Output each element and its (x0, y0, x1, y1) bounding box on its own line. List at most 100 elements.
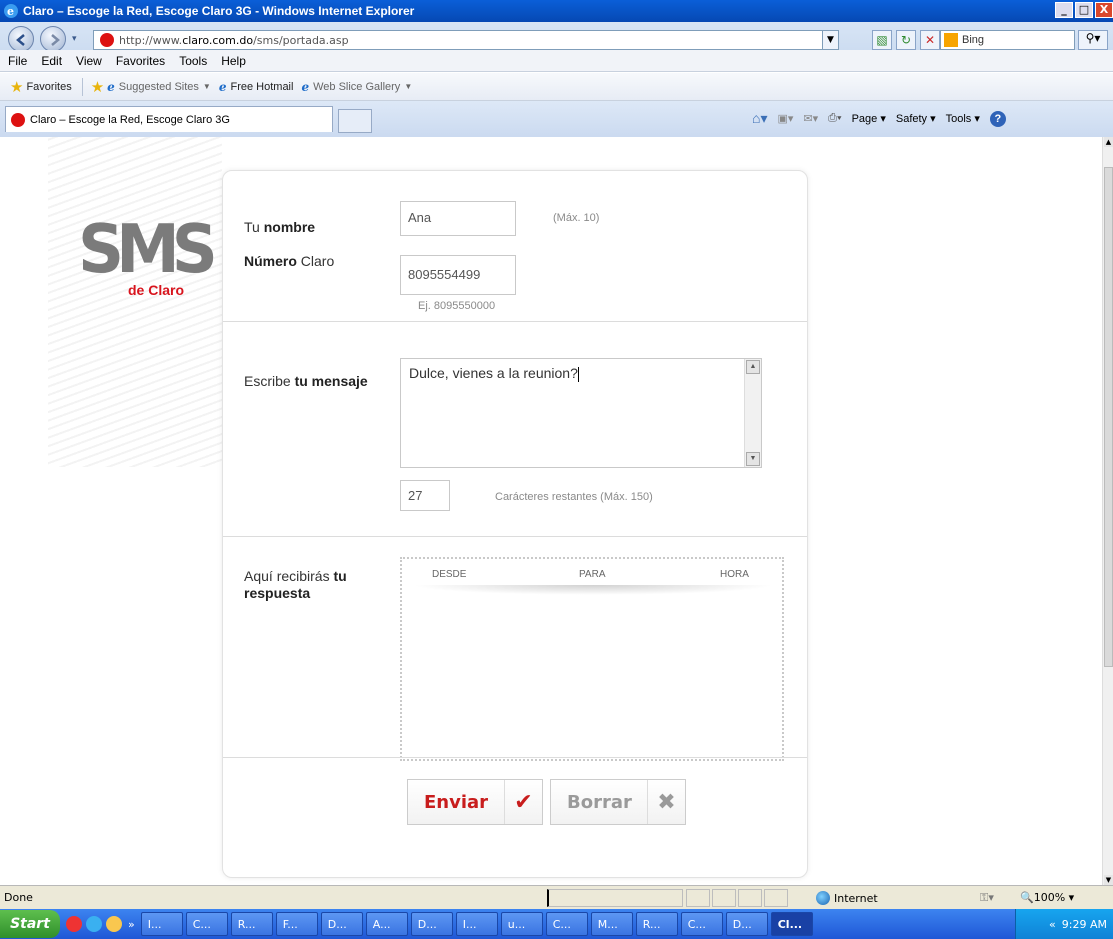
new-tab-button[interactable] (338, 109, 372, 133)
search-button[interactable]: ⚲▾ (1078, 30, 1108, 50)
number-hint: Ej. 8095550000 (418, 300, 496, 312)
back-arrow-icon (16, 34, 25, 46)
tools-menu[interactable]: Tools ▾ (946, 112, 980, 125)
favorites-button[interactable]: Favorites (26, 81, 71, 93)
chevron-down-icon: ▼ (404, 82, 413, 91)
url-text: http://www.claro.com.do/sms/portada.asp (119, 33, 349, 47)
safety-menu[interactable]: Safety ▾ (896, 112, 936, 125)
menu-view[interactable]: View (76, 54, 102, 68)
zoom-level[interactable]: 🔍100% ▾ (1020, 891, 1074, 904)
address-dropdown-icon[interactable]: ▼ (822, 31, 838, 49)
chrome-icon[interactable] (66, 916, 82, 932)
home-icon[interactable]: ⌂▾ (752, 110, 767, 127)
taskbar-item[interactable]: M... (590, 912, 633, 936)
status-cell (686, 889, 710, 907)
close-button[interactable]: X (1095, 2, 1113, 18)
status-text: Done (4, 891, 33, 904)
protected-mode-icon[interactable]: ⚿▾ (980, 891, 994, 905)
scroll-up-icon[interactable]: ▲ (746, 360, 760, 374)
fav-web-slice-gallery[interactable]: e Web Slice Gallery ▼ (301, 80, 412, 94)
scroll-down-icon[interactable]: ▼ (1104, 875, 1113, 885)
status-bar: Done Internet ⚿▾ 🔍100% ▾ (0, 885, 1113, 909)
security-zone[interactable]: Internet (816, 891, 878, 905)
taskbar-item[interactable]: A... (365, 912, 408, 936)
scroll-thumb[interactable] (1104, 167, 1113, 667)
add-favorite-icon[interactable]: ★ (91, 78, 104, 96)
sms-logo-subtitle: de Claro (128, 282, 185, 298)
forward-arrow-icon (51, 34, 60, 46)
menu-edit[interactable]: Edit (41, 54, 62, 68)
recent-pages-chevron-icon[interactable]: ▾ (72, 34, 77, 44)
taskbar-item[interactable]: F... (275, 912, 318, 936)
text-cursor (577, 366, 579, 382)
compatibility-view-icon[interactable]: ▧ (872, 30, 892, 50)
ie-page-icon: e (107, 79, 115, 94)
print-icon[interactable]: ⎙▾ (828, 112, 841, 125)
number-field[interactable]: 8095554499 (400, 255, 516, 295)
taskbar-item-active[interactable]: Cl... (770, 912, 813, 936)
menu-help[interactable]: Help (221, 54, 246, 68)
taskbar-item[interactable]: C... (185, 912, 228, 936)
start-button[interactable]: Start (0, 910, 60, 938)
divider (223, 536, 807, 537)
clock: 9:29 AM (1061, 917, 1107, 931)
stop-icon[interactable]: ✕ (920, 30, 940, 50)
minimize-button[interactable]: _ (1055, 2, 1073, 18)
scroll-down-icon[interactable]: ▼ (746, 452, 760, 466)
name-field[interactable]: Ana (400, 201, 516, 236)
message-textarea[interactable]: Dulce, vienes a la reunion? ▲ ▼ (400, 358, 762, 468)
send-button[interactable]: Enviar ✔ (407, 779, 543, 825)
refresh-icon[interactable]: ↻ (896, 30, 916, 50)
menu-file[interactable]: File (8, 54, 27, 68)
clear-button[interactable]: Borrar ✖ (550, 779, 686, 825)
taskbar-item[interactable]: I... (455, 912, 498, 936)
mail-icon[interactable]: ✉▾ (803, 112, 818, 125)
taskbar-item[interactable]: u... (500, 912, 543, 936)
checkmark-icon: ✔ (504, 780, 542, 824)
taskbar-item[interactable]: D... (725, 912, 768, 936)
chars-remaining-field: 27 (400, 480, 450, 511)
menu-favorites[interactable]: Favorites (116, 54, 165, 68)
page-scrollbar[interactable]: ▲ ▼ (1102, 137, 1113, 885)
outlook-icon[interactable] (106, 916, 122, 932)
status-progress (547, 889, 683, 907)
ie-page-icon: e (218, 79, 227, 94)
svg-text:e: e (7, 5, 14, 18)
taskbar-item[interactable]: D... (320, 912, 363, 936)
page-menu[interactable]: Page ▾ (852, 112, 886, 125)
taskbar-item[interactable]: C... (680, 912, 723, 936)
feeds-icon[interactable]: ▣▾ (777, 112, 793, 125)
search-input[interactable]: Bing (940, 30, 1075, 50)
divider (223, 321, 807, 322)
ie-icon[interactable] (86, 916, 102, 932)
favorites-bar: ★ Favorites ★ e Suggested Sites ▼ e Free Ho… (0, 73, 1113, 101)
favorites-star-icon[interactable]: ★ (10, 78, 23, 96)
back-button[interactable] (8, 26, 34, 52)
tray-chevron-icon[interactable]: « (1049, 918, 1056, 931)
chars-hint: Carácteres restantes (Máx. 150) (495, 491, 653, 503)
address-input[interactable]: http://www.claro.com.do/sms/portada.asp … (93, 30, 839, 50)
response-box: DESDE PARA HORA (400, 557, 784, 761)
taskbar-item[interactable]: R... (230, 912, 273, 936)
window-title-bar: e Claro – Escoge la Red, Escoge Claro 3G… (0, 0, 1113, 22)
status-cell (764, 889, 788, 907)
maximize-button[interactable]: □ (1075, 2, 1093, 18)
sms-form-card: Tu nombre Ana (Máx. 10) Número Claro 809… (222, 170, 808, 878)
quick-launch-chevron[interactable]: » (128, 918, 135, 931)
menu-tools[interactable]: Tools (179, 54, 207, 68)
tab-claro[interactable]: Claro – Escoge la Red, Escoge Claro 3G (5, 106, 333, 132)
window-title: Claro – Escoge la Red, Escoge Claro 3G -… (23, 4, 415, 18)
number-label: Número Claro (244, 253, 335, 269)
fav-free-hotmail[interactable]: e Free Hotmail (219, 80, 294, 94)
taskbar-item[interactable]: I... (140, 912, 183, 936)
fav-suggested-sites[interactable]: e Suggested Sites ▼ (107, 80, 211, 94)
taskbar-item[interactable]: C... (545, 912, 588, 936)
message-scrollbar[interactable]: ▲ ▼ (744, 359, 761, 467)
tab-row: Claro – Escoge la Red, Escoge Claro 3G ⌂… (0, 101, 1113, 137)
scroll-up-icon[interactable]: ▲ (1104, 137, 1113, 147)
help-icon[interactable]: ? (989, 110, 1006, 127)
forward-button[interactable] (40, 26, 66, 52)
taskbar-item[interactable]: D... (410, 912, 453, 936)
taskbar-item[interactable]: R... (635, 912, 678, 936)
globe-icon (816, 891, 830, 905)
